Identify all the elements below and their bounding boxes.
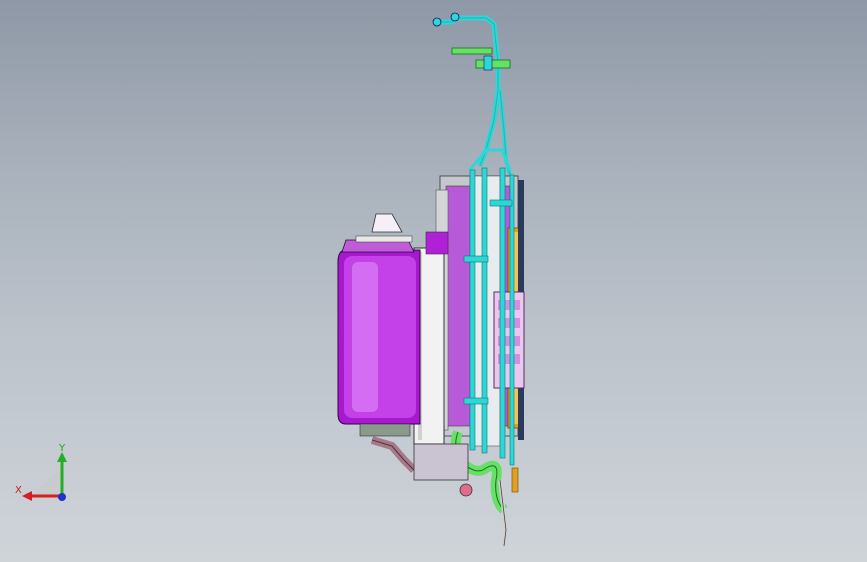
coordinate-triad [10, 438, 80, 508]
cad-assembly-model[interactable] [0, 0, 867, 562]
x-axis-label: X [15, 485, 22, 496]
z-axis-dot [58, 493, 66, 501]
y-axis-label: Y [59, 443, 66, 454]
top-pipe-routing [436, 15, 512, 176]
xy-plane-shade [32, 466, 62, 496]
x-axis-arrow [22, 491, 32, 501]
cad-viewport[interactable]: Y X [0, 0, 867, 562]
connector-block [493, 291, 525, 389]
magenta-tank [337, 213, 421, 425]
